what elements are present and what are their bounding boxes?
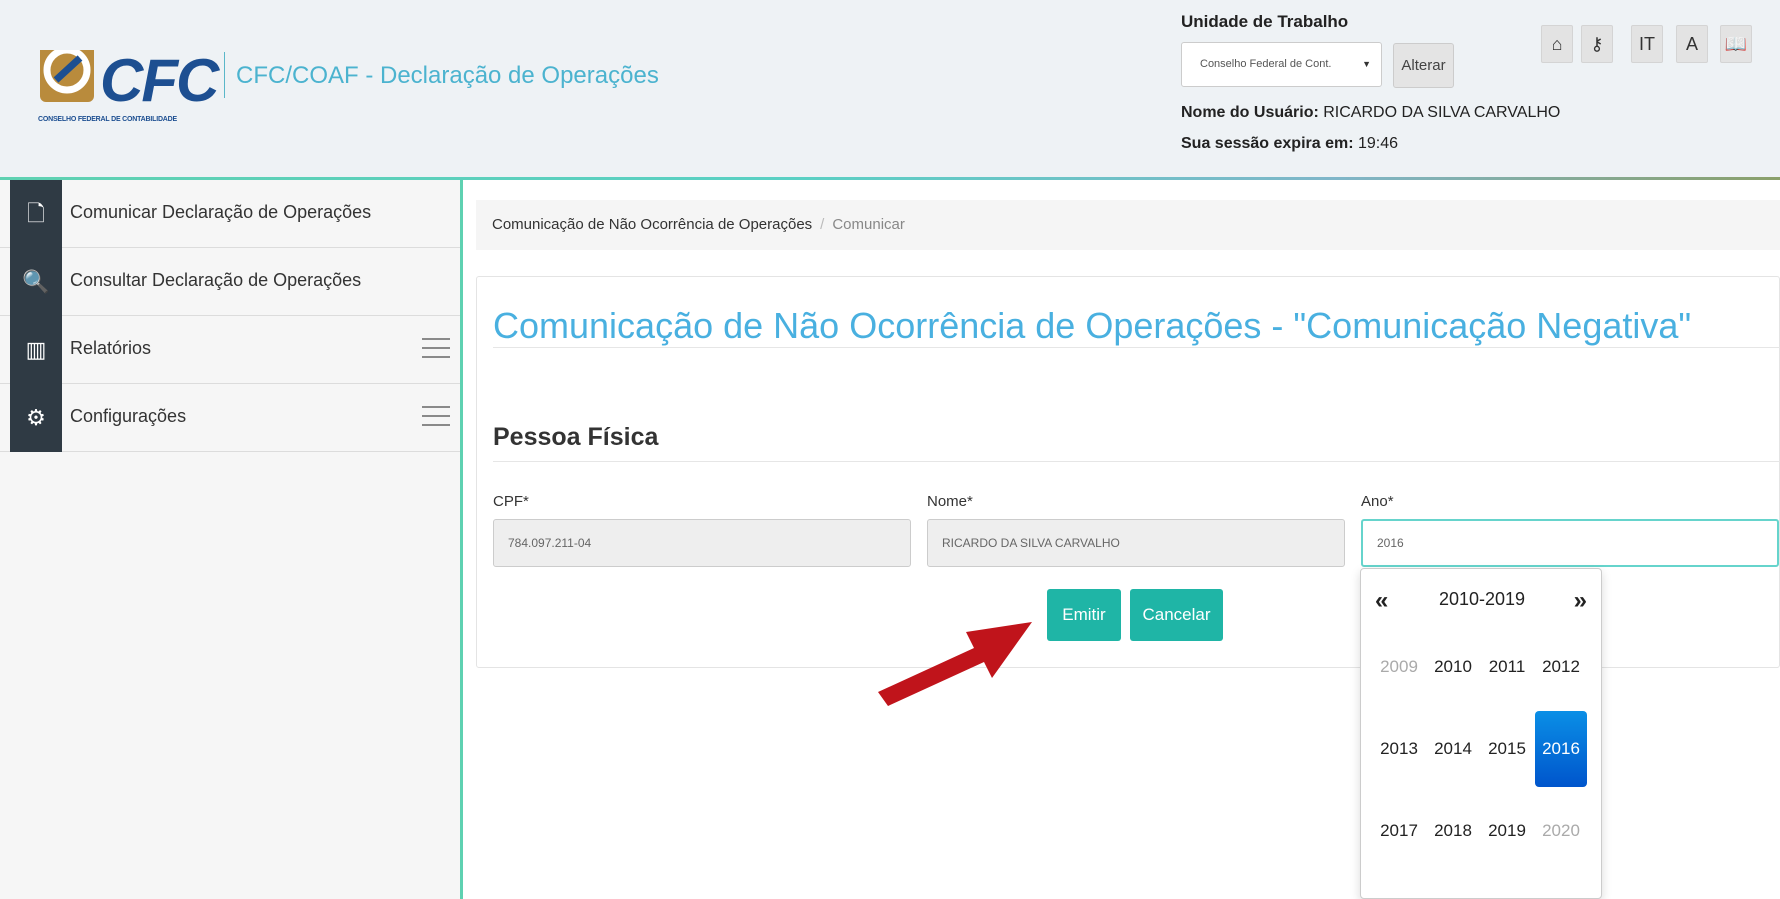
page-title: Comunicação de Não Ocorrência de Operaçõ… <box>493 305 1692 346</box>
search-icon: 🔍 <box>10 248 62 316</box>
session-label: Sua sessão expira em: <box>1181 135 1354 152</box>
datepicker-range[interactable]: 2010-2019 <box>1361 589 1603 610</box>
emitir-button[interactable]: Emitir <box>1047 589 1121 641</box>
year-cell[interactable]: 2018 <box>1427 793 1479 869</box>
sidebar-border <box>460 180 463 899</box>
year-cell[interactable]: 2009 <box>1373 629 1425 705</box>
prev-decade-icon[interactable]: « <box>1375 587 1388 615</box>
sidebar-item-consultar[interactable]: 🔍 Consultar Declaração de Operações <box>0 248 460 316</box>
ano-label: Ano* <box>1361 493 1394 510</box>
file-icon: 🗋 <box>10 180 62 248</box>
breadcrumb-separator: / <box>820 216 825 233</box>
gear-icon: ⚙ <box>10 384 62 452</box>
user-name: RICARDO DA SILVA CARVALHO <box>1323 104 1561 121</box>
alter-button[interactable]: Alterar <box>1393 43 1454 88</box>
year-cell[interactable]: 2015 <box>1481 711 1533 787</box>
sidebar-item-label: Consultar Declaração de Operações <box>70 270 362 290</box>
cpf-label: CPF* <box>493 493 529 510</box>
nome-field <box>927 519 1345 567</box>
next-decade-icon[interactable]: » <box>1574 587 1587 615</box>
home-icon[interactable]: ⌂ <box>1541 25 1573 63</box>
year-cell[interactable]: 2014 <box>1427 711 1479 787</box>
title-divider <box>493 347 1780 348</box>
menu-icon[interactable] <box>422 406 450 428</box>
book-icon[interactable]: 📖 <box>1720 25 1752 63</box>
key-icon[interactable]: ⚷ <box>1581 25 1613 63</box>
year-cell-selected[interactable]: 2016 <box>1535 711 1587 787</box>
unit-label: Unidade de Trabalho <box>1181 12 1349 31</box>
arrow-annotation-icon <box>878 622 1032 706</box>
sidebar-item-comunicar[interactable]: 🗋 Comunicar Declaração de Operações <box>0 180 460 248</box>
year-cell[interactable]: 2017 <box>1373 793 1425 869</box>
title-divider <box>224 52 225 98</box>
unit-select[interactable]: Conselho Federal de Cont. ▼ <box>1181 42 1382 87</box>
app-title: CFC/COAF - Declaração de Operações <box>236 62 659 89</box>
user-label: Nome do Usuário: <box>1181 104 1319 121</box>
logo-subtext: CONSELHO FEDERAL DE CONTABILIDADE <box>38 116 177 123</box>
nome-label: Nome* <box>927 493 973 510</box>
sidebar-item-relatorios[interactable]: ▥ Relatórios <box>0 316 460 384</box>
year-cell[interactable]: 2020 <box>1535 793 1587 869</box>
logo-mark-icon <box>38 36 96 102</box>
header: CFC CONSELHO FEDERAL DE CONTABILIDADE CF… <box>0 0 1780 180</box>
year-cell[interactable]: 2011 <box>1481 629 1533 705</box>
sidebar-item-label: Configurações <box>70 406 187 426</box>
breadcrumb-parent[interactable]: Comunicação de Não Ocorrência de Operaçõ… <box>492 216 812 233</box>
year-cell[interactable]: 2010 <box>1427 629 1479 705</box>
cpf-field <box>493 519 911 567</box>
user-info: Nome do Usuário: RICARDO DA SILVA CARVAL… <box>1181 104 1560 122</box>
session-time: 19:46 <box>1358 135 1399 152</box>
cancelar-button[interactable]: Cancelar <box>1130 589 1223 641</box>
year-cell[interactable]: 2019 <box>1481 793 1533 869</box>
sidebar-item-configuracoes[interactable]: ⚙ Configurações <box>0 384 460 452</box>
sidebar-item-label: Comunicar Declaração de Operações <box>70 202 372 222</box>
year-cell[interactable]: 2013 <box>1373 711 1425 787</box>
ano-field[interactable] <box>1361 519 1779 567</box>
logo-text: CFC <box>100 47 219 114</box>
font-size-icon[interactable]: IT <box>1631 25 1663 63</box>
sidebar-item-label: Relatórios <box>70 338 152 358</box>
breadcrumb: Comunicação de Não Ocorrência de Operaçõ… <box>476 200 1780 250</box>
year-datepicker: 2010-2019 « » 2009 2010 2011 2012 2013 2… <box>1360 568 1602 899</box>
breadcrumb-current: Comunicar <box>832 216 905 233</box>
session-info: Sua sessão expira em: 19:46 <box>1181 135 1398 153</box>
chart-icon: ▥ <box>10 316 62 384</box>
cfc-logo[interactable]: CFC CONSELHO FEDERAL DE CONTABILIDADE <box>38 36 219 132</box>
section-divider <box>493 461 1780 462</box>
sidebar: 🗋 Comunicar Declaração de Operações 🔍 Co… <box>0 180 462 899</box>
unit-select-value: Conselho Federal de Cont. <box>1200 58 1332 70</box>
font-icon[interactable]: A <box>1676 25 1708 63</box>
menu-icon[interactable] <box>422 338 450 360</box>
section-title: Pessoa Física <box>493 423 659 451</box>
chevron-down-icon: ▼ <box>1362 59 1371 69</box>
year-cell[interactable]: 2012 <box>1535 629 1587 705</box>
